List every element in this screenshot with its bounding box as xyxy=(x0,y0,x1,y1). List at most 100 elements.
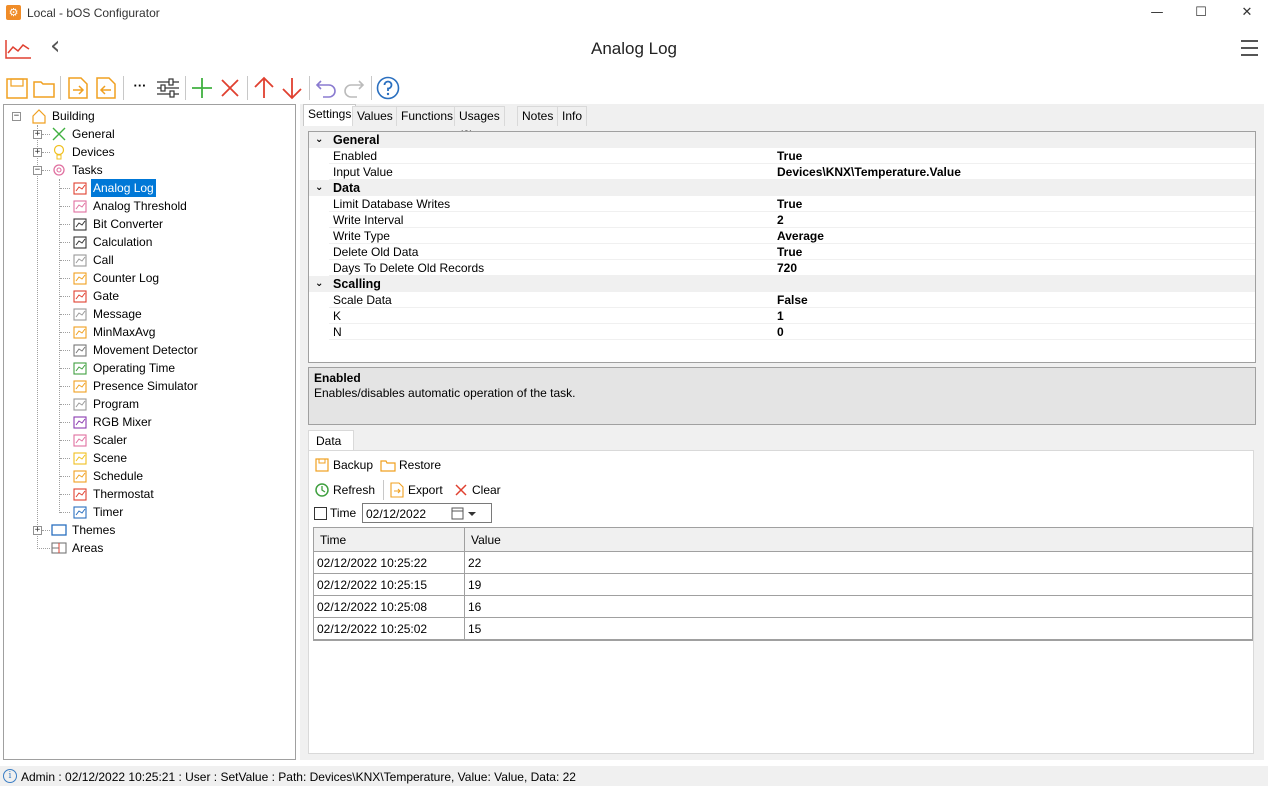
property-enabled[interactable]: Enabled True xyxy=(309,148,1255,164)
help-icon[interactable] xyxy=(375,75,401,101)
table-row[interactable]: 02/12/2022 10:25:02 15 xyxy=(314,618,1252,640)
settings-sliders-icon[interactable] xyxy=(155,75,181,101)
tab-values[interactable]: Values xyxy=(352,106,398,126)
date-value[interactable]: 02/12/2022 xyxy=(366,507,426,521)
property-input-value[interactable]: Input Value Devices\KNX\Temperature.Valu… xyxy=(309,164,1255,180)
property-limit-database-writes[interactable]: Limit Database Writes True xyxy=(309,196,1255,212)
column-header-value[interactable]: Value xyxy=(465,528,501,552)
tasks-collapse-toggle[interactable]: − xyxy=(33,166,42,175)
minimize-button[interactable]: — xyxy=(1134,0,1180,26)
property-k[interactable]: K 1 xyxy=(309,308,1255,324)
app-header: ‹ Analog Log xyxy=(0,26,1268,70)
status-bar: i Admin : 02/12/2022 10:25:21 : User : S… xyxy=(0,766,1268,786)
building-collapse-toggle[interactable]: − xyxy=(12,112,21,121)
page-title: Analog Log xyxy=(590,39,678,58)
tab-notes[interactable]: Notes xyxy=(517,106,559,126)
export-icon[interactable] xyxy=(93,75,119,101)
window-titlebar: ⚙ Local - bOS Configurator — ☐ ✕ xyxy=(0,0,1268,26)
refresh-icon xyxy=(315,483,329,497)
move-up-icon[interactable] xyxy=(251,75,277,101)
tab-data[interactable]: Data xyxy=(308,430,354,451)
devices-expand-toggle[interactable]: + xyxy=(33,148,42,157)
info-icon: i xyxy=(3,769,17,783)
message-icon xyxy=(73,308,87,321)
property-days-to-delete[interactable]: Days To Delete Old Records 720 xyxy=(309,260,1255,276)
tab-settings[interactable]: Settings xyxy=(303,104,357,126)
rgb-mixer-icon xyxy=(73,416,87,429)
more-icon[interactable]: ··· xyxy=(127,75,153,101)
call-icon xyxy=(73,254,87,267)
analog-log-icon xyxy=(73,182,87,195)
import-icon[interactable] xyxy=(65,75,91,101)
schedule-icon xyxy=(73,470,87,483)
tab-functions[interactable]: Functions xyxy=(396,106,459,126)
category-data[interactable]: ⌄ Data xyxy=(309,180,1255,196)
export-file-icon xyxy=(390,482,404,498)
move-down-icon[interactable] xyxy=(279,75,305,101)
description-text: Enables/disables automatic operation of … xyxy=(314,386,576,400)
presence-simulator-icon xyxy=(73,380,87,393)
chevron-down-icon[interactable]: ⌄ xyxy=(315,276,323,292)
status-text: Admin : 02/12/2022 10:25:21 : User : Set… xyxy=(21,770,576,784)
property-description: Enabled Enables/disables automatic opera… xyxy=(308,367,1256,425)
tab-usages[interactable]: Usages (0) xyxy=(454,106,505,142)
program-icon xyxy=(73,398,87,411)
category-general[interactable]: ⌄ General xyxy=(309,132,1255,148)
calculation-icon xyxy=(73,236,87,249)
tools-icon xyxy=(52,127,66,141)
data-panel: Backup Restore Refresh Export Clear Time… xyxy=(308,450,1254,754)
description-title: Enabled xyxy=(314,371,361,385)
chevron-down-icon[interactable]: ⌄ xyxy=(315,132,323,148)
timer-icon xyxy=(73,506,87,519)
table-row[interactable]: 02/12/2022 10:25:15 19 xyxy=(314,574,1252,596)
save-icon[interactable] xyxy=(4,75,30,101)
chevron-down-icon[interactable]: ⌄ xyxy=(315,180,323,196)
bit-converter-icon xyxy=(73,218,87,231)
column-header-time[interactable]: Time xyxy=(314,528,346,552)
time-filter-checkbox[interactable] xyxy=(314,507,327,520)
open-folder-icon[interactable] xyxy=(31,75,57,101)
tasks-gear-icon xyxy=(53,164,65,176)
table-row[interactable]: 02/12/2022 10:25:08 16 xyxy=(314,596,1252,618)
operating-time-icon xyxy=(73,362,87,375)
log-data-table: Time Value 02/12/2022 10:25:22 22 02/12/… xyxy=(313,527,1253,641)
floorplan-icon xyxy=(51,542,67,554)
thermostat-icon xyxy=(73,488,87,501)
task-detail-panel: Settings Values Functions Usages (0) Not… xyxy=(300,104,1264,760)
general-expand-toggle[interactable]: + xyxy=(33,130,42,139)
time-filter-label: Time xyxy=(330,506,357,520)
date-picker[interactable]: 02/12/2022 xyxy=(362,503,492,523)
scene-icon xyxy=(73,452,87,465)
property-grid: ⌄ General Enabled True Input Value Devic… xyxy=(308,131,1256,363)
close-button[interactable]: ✕ xyxy=(1224,0,1268,26)
window-title: Local - bOS Configurator xyxy=(27,6,160,20)
calendar-dropdown-icon[interactable] xyxy=(451,507,487,521)
delete-icon[interactable] xyxy=(217,75,243,101)
menu-icon[interactable] xyxy=(1241,40,1258,56)
property-scale-data[interactable]: Scale Data False xyxy=(309,292,1255,308)
main-toolbar: ··· xyxy=(0,72,1268,104)
themes-expand-toggle[interactable]: + xyxy=(33,526,42,535)
app-gear-icon: ⚙ xyxy=(6,5,21,20)
table-row[interactable]: 02/12/2022 10:25:22 22 xyxy=(314,552,1252,574)
property-write-interval[interactable]: Write Interval 2 xyxy=(309,212,1255,228)
lightbulb-icon xyxy=(53,144,65,160)
clear-x-icon xyxy=(455,484,467,496)
counter-log-icon xyxy=(73,272,87,285)
add-icon[interactable] xyxy=(189,75,215,101)
property-write-type[interactable]: Write Type Average xyxy=(309,228,1255,244)
house-icon xyxy=(32,109,46,124)
undo-icon[interactable] xyxy=(313,75,339,101)
folder-icon xyxy=(380,460,396,472)
monitor-icon xyxy=(51,524,67,536)
table-header: Time Value xyxy=(314,528,1252,552)
minmaxavg-icon xyxy=(73,326,87,339)
property-delete-old-data[interactable]: Delete Old Data True xyxy=(309,244,1255,260)
tab-info[interactable]: Info xyxy=(557,106,588,126)
maximize-button[interactable]: ☐ xyxy=(1178,0,1224,26)
redo-icon[interactable] xyxy=(341,75,367,101)
analog-threshold-icon xyxy=(73,200,87,213)
category-scaling[interactable]: ⌄ Scalling xyxy=(309,276,1255,292)
property-n[interactable]: N 0 xyxy=(309,324,1255,340)
gate-icon xyxy=(73,290,87,303)
